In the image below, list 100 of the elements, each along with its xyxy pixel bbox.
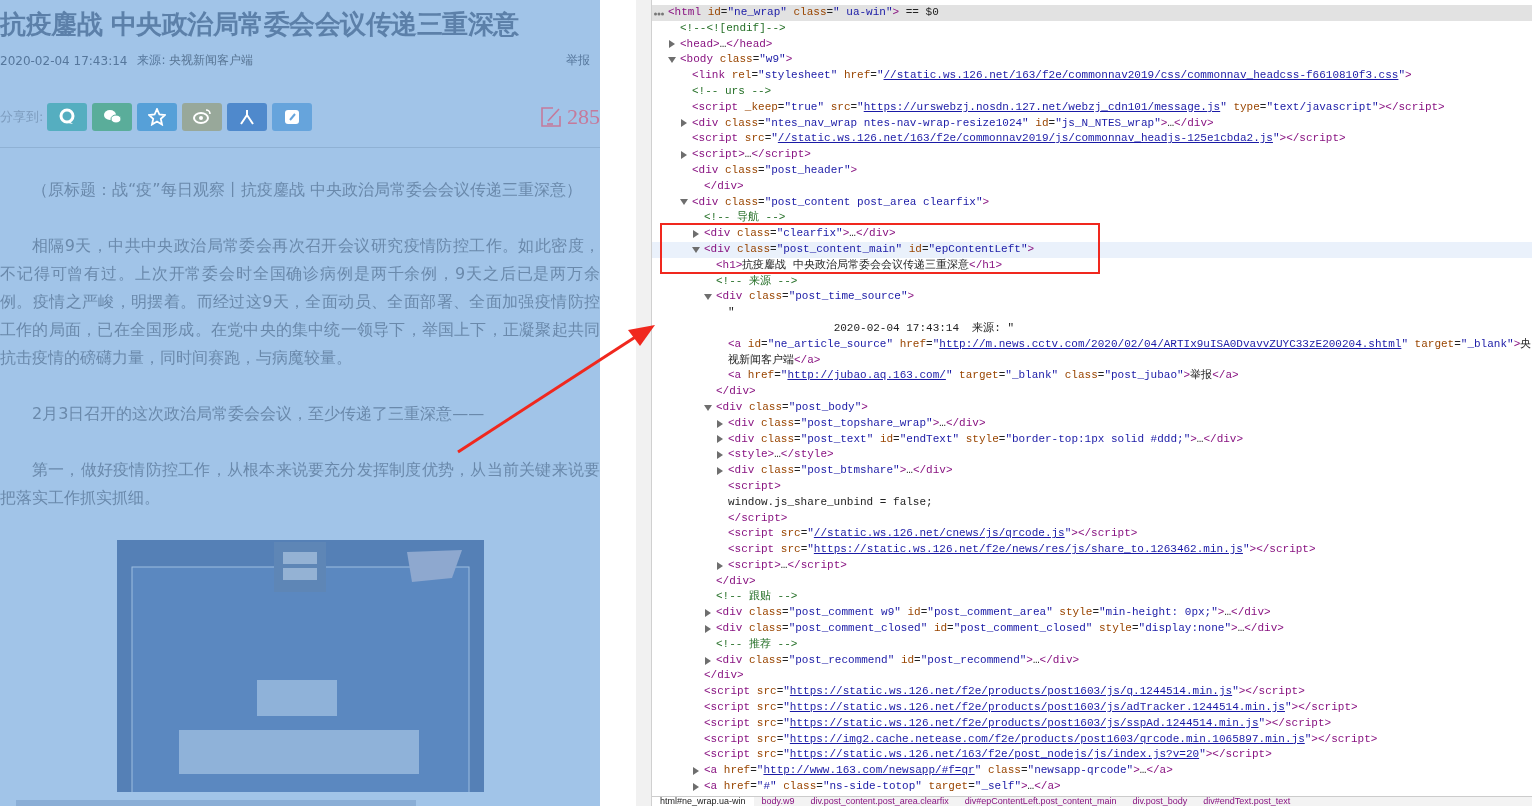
collapsed-triangle-icon[interactable] [716, 419, 724, 428]
tree-row[interactable]: <head>…</head> [652, 36, 1532, 53]
tree-row[interactable]: <a href="http://www.163.com/newsapp/#f=qr" class="newsapp-qrcode">…</a> [652, 763, 1532, 780]
tree-row[interactable]: <style>…</style> [652, 447, 1532, 464]
tree-row[interactable]: <div class="post_comment_closed" id="post_comment_closed" style="display:none">…</div> [652, 621, 1532, 637]
tree-row[interactable]: </div> [652, 178, 1532, 195]
tree-row[interactable]: <script src="//static.ws.126.net/163/f2e/commonnav2019/js/commonnav_headjs-125e1cbda2.js"></script> [652, 131, 1532, 148]
tree-row[interactable]: <script> [652, 478, 1532, 495]
tree-row[interactable]: <script src="https://static.ws.126.net/f2e/products/post1603/js/q.1244514.min.js"></script> [652, 684, 1532, 701]
code-line: <script src="//static.ws.126.net/163/f2e/commonnav2019/js/commonnav_headjs-125e1cbda2.js"></script> [692, 131, 1347, 147]
more-icon[interactable] [654, 12, 664, 16]
collapsed-triangle-icon[interactable] [668, 40, 676, 49]
tree-row[interactable]: <div class="post_body"> [652, 399, 1532, 416]
collapsed-triangle-icon[interactable] [716, 435, 724, 444]
breadcrumb-item[interactable]: div#epContentLeft.post_content_main [956, 797, 1125, 806]
tree-row[interactable]: <div class="post_content_main" id="epContentLeft"> [652, 241, 1532, 258]
share-button[interactable] [92, 103, 133, 131]
tree-row[interactable]: <div class="post_time_source"> [652, 289, 1532, 306]
code-line: <!-- 导航 --> [704, 210, 787, 226]
article-title: 抗疫鏖战 中央政治局常委会会议传递三重深意 [0, 8, 520, 41]
share-button[interactable] [227, 103, 268, 131]
collapsed-triangle-icon[interactable] [716, 561, 724, 570]
code-line: <body class="w9"> [680, 52, 794, 68]
tree-row[interactable]: <!--<![endif]--> [652, 20, 1532, 37]
code-line: <a href="http://www.163.com/newsapp/#f=qr" class="newsapp-qrcode">…</a> [704, 763, 1174, 779]
code-line: <script> [728, 478, 782, 494]
tree-row[interactable]: <div class="post_text" id="endText" style="border-top:1px solid #ddd;">…</div> [652, 431, 1532, 448]
tree-row[interactable]: <script>…</script> [652, 557, 1532, 574]
collapsed-triangle-icon[interactable] [716, 451, 724, 460]
code-line: <script>…</script> [692, 147, 812, 163]
tree-row[interactable]: <div class="clearfix">…</div> [652, 226, 1532, 242]
tree-row[interactable]: window.js_share_unbind = false; [652, 494, 1532, 511]
tree-row[interactable]: <script _keep="true" src="https://urswebzj.nosdn.127.net/webzj_cdn101/message.js" type="text/javascript"></script> [652, 99, 1532, 116]
tree-row[interactable]: <script>…</script> [652, 147, 1532, 163]
breadcrumb-item[interactable]: div.post_body [1124, 797, 1196, 806]
tree-row[interactable]: <!-- urs --> [652, 84, 1532, 100]
code-line: <head>…</head> [680, 36, 774, 52]
tree-row[interactable]: </div> [652, 384, 1532, 400]
code-line: <style>…</style> [728, 447, 835, 463]
tree-row[interactable]: <h1>抗疫鏖战 中央政治局常委会会议传递三重深意</h1> [652, 257, 1532, 274]
article-paragraph: （原标题：战“疫”每日观察丨抗疫鏖战 中央政治局常委会会议传递三重深意） [31, 179, 583, 201]
collapsed-triangle-icon[interactable] [716, 467, 724, 475]
expanded-triangle-icon[interactable] [704, 403, 712, 412]
tree-row[interactable]: <script src="https://static.ws.126.net/f2e/news/res/js/share_to.1263462.min.js"></script> [652, 542, 1532, 558]
code-line: <script src="https://static.ws.126.net/f2e/products/post1603/js/q.1244514.min.js"></script> [704, 684, 1306, 700]
share-button[interactable] [47, 103, 88, 131]
tree-row[interactable]: " 2020-02-04 17:43:14 来源: " [652, 305, 1532, 337]
tree-row[interactable]: <div class="post_comment w9" id="post_comment_area" style="min-height: 0px;">…</div> [652, 605, 1532, 622]
collapsed-triangle-icon[interactable] [704, 656, 712, 665]
collapsed-triangle-icon[interactable] [704, 609, 712, 618]
collapsed-triangle-icon[interactable] [692, 767, 700, 776]
tree-row[interactable]: <div class="post_header"> [652, 162, 1532, 179]
tree-row[interactable]: <script src="https://img2.cache.netease.com/f2e/products/post1603/qrcode.min.1065897.min.js"></script> [652, 731, 1532, 748]
code-line: <div class="post_btmshare">…</div> [728, 463, 954, 479]
tree-row[interactable]: <div class="post_topshare_wrap">…</div> [652, 415, 1532, 432]
expanded-triangle-icon[interactable] [668, 56, 676, 65]
person-icon [238, 108, 257, 126]
tree-row[interactable]: <a href="http://jubao.aq.163.com/" target="_blank" class="post_jubao">举报</a> [652, 368, 1532, 385]
tree-row[interactable]: <div class="post_content post_area clearfix"> [652, 194, 1532, 211]
tree-row[interactable]: <div class="post_btmshare">…</div> [652, 463, 1532, 479]
collapsed-triangle-icon[interactable] [680, 119, 688, 128]
expanded-triangle-icon[interactable] [680, 198, 688, 207]
tree-row[interactable]: <script src="//static.ws.126.net/cnews/js/qrcode.js"></script> [652, 526, 1532, 543]
tree-row[interactable]: <!-- 来源 --> [652, 273, 1532, 290]
publish-time: 2020-02-04 17:43:14 [0, 53, 128, 68]
collapsed-triangle-icon[interactable] [704, 624, 712, 633]
expanded-triangle-icon[interactable] [704, 293, 712, 302]
share-button[interactable] [272, 103, 313, 131]
tree-row[interactable]: <!-- 推荐 --> [652, 636, 1532, 653]
tree-row[interactable]: <a href="#" class="ns-side-totop" target="_self">…</a> [652, 779, 1532, 795]
breadcrumb-item[interactable]: div.post_content.post_area.clearfix [802, 797, 957, 806]
tree-row[interactable]: <div class="post_recommend" id="post_recommend">…</div> [652, 652, 1532, 669]
tree-row[interactable]: <link rel="stylesheet" href="//static.ws.126.net/163/f2e/commonnav2019/css/commonnav_headcss-f6610810f3.css"> [652, 68, 1532, 84]
breadcrumb-item[interactable]: body.w9 [753, 797, 803, 806]
code-line: </div> [704, 668, 745, 684]
breadcrumb-item[interactable]: div#endText.post_text [1195, 797, 1299, 806]
share-button[interactable] [137, 103, 178, 131]
tree-row[interactable]: <!-- 跟贴 --> [652, 589, 1532, 606]
code-line: " 2020-02-04 17:43:14 来源: " [728, 305, 1016, 336]
tree-row[interactable]: <html id="ne_wrap" class=" ua-win"> == $0 [652, 5, 1532, 21]
star-icon [148, 108, 167, 126]
code-line: <link rel="stylesheet" href="//static.ws.126.net/163/f2e/commonnav2019/css/commonnav_headcss-f6610810f3.css"> [692, 68, 1413, 84]
code-line: <!-- urs --> [692, 84, 773, 99]
tree-row[interactable]: <!-- 导航 --> [652, 210, 1532, 227]
tree-row[interactable]: </div> [652, 668, 1532, 685]
tree-row[interactable]: <script src="https://static.ws.126.net/163/f2e/post_nodejs/js/index.js?v=20"></script> [652, 747, 1532, 764]
collapsed-triangle-icon[interactable] [680, 151, 688, 160]
expanded-triangle-icon[interactable] [692, 245, 700, 254]
tree-row[interactable]: <script src="https://static.ws.126.net/f2e/products/post1603/js/sspAd.1244514.min.js"></script> [652, 715, 1532, 732]
code-line: <div class="post_topshare_wrap">…</div> [728, 415, 987, 431]
tree-row[interactable]: </div> [652, 573, 1532, 590]
tree-row[interactable]: <div class="ntes_nav_wrap ntes-nav-wrap-resize1024" id="js_N_NTES_wrap">…</div> [652, 115, 1532, 132]
collapsed-triangle-icon[interactable] [692, 230, 700, 239]
tree-row[interactable]: <script src="https://static.ws.126.net/f2e/products/post1603/js/adTracker.1244514.min.js"></script> [652, 700, 1532, 716]
collapsed-triangle-icon[interactable] [692, 782, 700, 791]
code-line: </div> [704, 178, 745, 194]
breadcrumb-item[interactable]: html#ne_wrap.ua-win [652, 797, 754, 806]
tree-row[interactable]: </script> [652, 510, 1532, 527]
tree-row[interactable]: <body class="w9"> [652, 52, 1532, 69]
code-line: <div class="post_comment w9" id="post_comment_area" style="min-height: 0px;">…</div> [716, 605, 1272, 621]
